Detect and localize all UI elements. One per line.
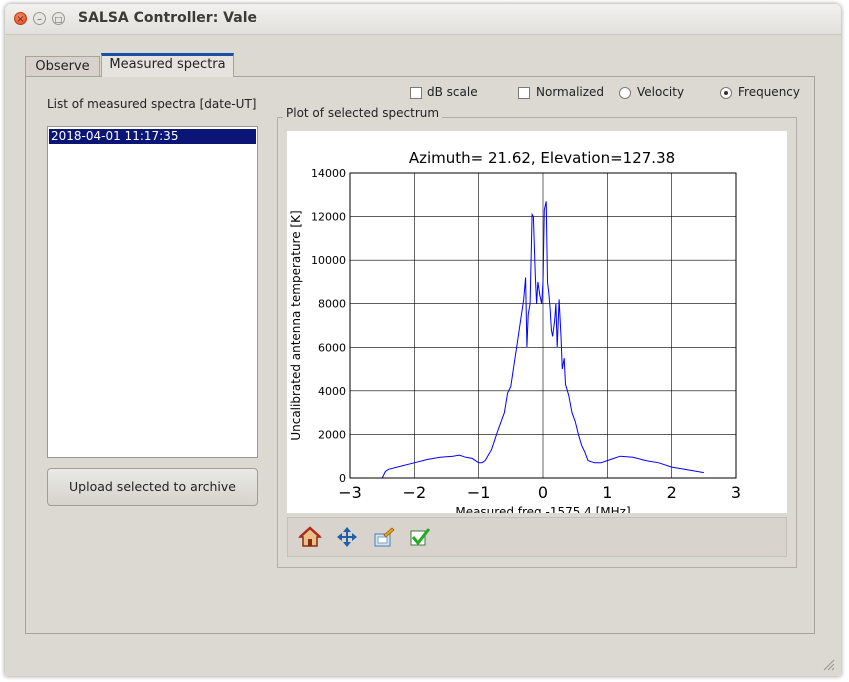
- plot-toolbar: [287, 517, 787, 557]
- chart-title: Azimuth= 21.62, Elevation=127.38: [409, 149, 675, 167]
- y-ticks: 02000400060008000100001200014000: [311, 167, 346, 485]
- y-tick-label: 6000: [318, 341, 346, 354]
- frequency-label: Frequency: [738, 85, 800, 99]
- pan-icon: [337, 527, 357, 547]
- spectra-list-label: List of measured spectra [date-UT]: [47, 97, 257, 111]
- y-tick-label: 12000: [311, 211, 346, 224]
- x-tick-label: 0: [538, 483, 548, 502]
- normalized-checkbox[interactable]: [518, 87, 530, 99]
- save-button[interactable]: [372, 525, 396, 549]
- y-tick-label: 14000: [311, 167, 346, 180]
- window-title: SALSA Controller: Vale: [78, 10, 257, 26]
- y-tick-label: 8000: [318, 298, 346, 311]
- check-icon: [410, 528, 431, 546]
- title-bar: × – □ SALSA Controller: Vale: [5, 4, 841, 35]
- velocity-radio[interactable]: [619, 87, 631, 99]
- minimize-icon: –: [37, 14, 42, 25]
- close-button[interactable]: ×: [14, 12, 27, 25]
- spectrum-chart: Azimuth= 21.62, Elevation=127.38 0 2000 40…: [289, 149, 741, 519]
- upload-archive-button[interactable]: Upload selected to archive: [47, 468, 258, 506]
- app-window: × – □ SALSA Controller: Vale Observe Mea…: [5, 4, 841, 676]
- x-tick-label: −1: [467, 483, 491, 502]
- home-button[interactable]: [298, 525, 322, 549]
- pan-button[interactable]: [335, 525, 359, 549]
- y-tick-label: 2000: [318, 428, 346, 441]
- velocity-label: Velocity: [637, 85, 685, 99]
- frequency-radio[interactable]: [720, 87, 732, 99]
- tab-observe[interactable]: Observe: [25, 56, 100, 77]
- chart-grid: [349, 172, 737, 479]
- x-tick-label: −2: [403, 483, 427, 502]
- home-icon: [298, 526, 322, 547]
- tab-measured-spectra[interactable]: Measured spectra: [101, 53, 234, 77]
- resize-grip-icon[interactable]: [821, 656, 835, 671]
- close-icon: ×: [16, 14, 25, 25]
- plot-group-title: Plot of selected spectrum: [283, 106, 443, 120]
- apply-button[interactable]: [408, 525, 432, 549]
- db-scale-checkbox[interactable]: [410, 87, 422, 99]
- y-tick-label: 4000: [318, 385, 346, 398]
- spectrum-plot[interactable]: Azimuth= 21.62, Elevation=127.38 0 2000 40…: [287, 131, 787, 519]
- maximize-button[interactable]: □: [52, 12, 65, 25]
- y-tick-label: 10000: [311, 254, 346, 267]
- spectra-list[interactable]: 2018-04-01 11:17:35: [47, 126, 258, 458]
- maximize-icon: □: [54, 15, 63, 24]
- normalized-label: Normalized: [536, 85, 605, 99]
- minimize-button[interactable]: –: [33, 12, 46, 25]
- x-axis-label: Measured freq.-1575.4 [MHz]: [455, 505, 630, 513]
- x-tick-label: 3: [731, 483, 741, 502]
- x-tick-label: 1: [602, 483, 612, 502]
- save-icon: [374, 527, 395, 547]
- db-scale-label: dB scale: [427, 85, 478, 99]
- x-ticks: −3 −2 −1 0 1 2 3: [338, 483, 741, 502]
- y-axis-label: Uncalibrated antenna temperature [K]: [289, 210, 303, 440]
- x-tick-label: 2: [667, 483, 677, 502]
- list-item[interactable]: 2018-04-01 11:17:35: [49, 129, 256, 144]
- x-tick-label: −3: [338, 483, 362, 502]
